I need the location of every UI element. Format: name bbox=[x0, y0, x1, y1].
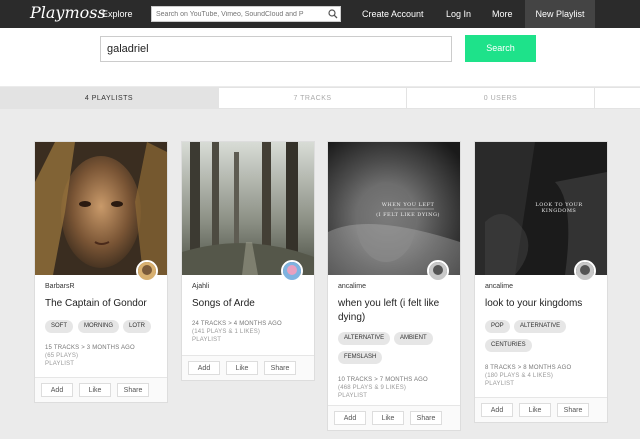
top-search-input[interactable] bbox=[152, 7, 324, 21]
add-button[interactable]: Add bbox=[41, 383, 73, 397]
like-button[interactable]: Like bbox=[372, 411, 404, 425]
tag-chip[interactable]: ALTERNATIVE bbox=[338, 332, 391, 345]
card-actions: Add Like Share bbox=[35, 377, 167, 402]
like-button[interactable]: Like bbox=[519, 403, 551, 417]
tag-chip[interactable]: ALTERNATIVE bbox=[514, 320, 567, 333]
create-account-link[interactable]: Create Account bbox=[362, 0, 424, 28]
login-link[interactable]: Log In bbox=[446, 0, 471, 28]
card-actions: Add Like Share bbox=[182, 355, 314, 380]
tag-chip[interactable]: AMBIENT bbox=[394, 332, 433, 345]
playlist-type: PLAYLIST bbox=[338, 393, 368, 399]
search-icon[interactable] bbox=[327, 8, 339, 20]
cover-caption-line: LOOK TO YOUR KINGDOMS bbox=[535, 202, 583, 214]
author-avatar[interactable] bbox=[136, 260, 158, 282]
playlist-track-count: 8 TRACKS > 8 MONTHS AGO bbox=[485, 365, 572, 371]
add-button[interactable]: Add bbox=[481, 403, 513, 417]
top-nav: Playmoss Explore Create Account Log In M… bbox=[0, 0, 640, 28]
tag-chip[interactable]: FEMSLASH bbox=[338, 351, 383, 364]
search-button[interactable]: Search bbox=[465, 35, 536, 62]
playmoss-logo[interactable]: Playmoss bbox=[30, 3, 106, 22]
results-tabs: 4 PLAYLISTS 7 TRACKS 0 USERS bbox=[0, 87, 640, 109]
card-actions: Add Like Share bbox=[475, 397, 607, 422]
playlist-title[interactable]: Songs of Arde bbox=[192, 297, 310, 311]
tab-users[interactable]: 0 USERS bbox=[407, 88, 594, 109]
playlist-card[interactable]: WHEN YOU LEFT (I FELT LIKE DYING) ancali… bbox=[327, 141, 461, 431]
tab-playlists[interactable]: 4 PLAYLISTS bbox=[0, 88, 218, 109]
tag-chip[interactable]: MORNING bbox=[78, 320, 119, 333]
playlist-meta: 24 TRACKS > 4 MONTHS AGO (141 PLAYS & 1 … bbox=[192, 320, 282, 344]
share-button[interactable]: Share bbox=[117, 383, 149, 397]
add-button[interactable]: Add bbox=[188, 361, 220, 375]
tag-chip[interactable]: LOTR bbox=[123, 320, 152, 333]
cover-caption: LOOK TO YOUR KINGDOMS bbox=[519, 202, 599, 214]
playlist-meta: 10 TRACKS > 7 MONTHS AGO (468 PLAYS & 9 … bbox=[338, 376, 428, 400]
playlist-title[interactable]: look to your kingdoms bbox=[485, 297, 603, 311]
share-button[interactable]: Share bbox=[264, 361, 296, 375]
playlist-cover-image[interactable] bbox=[35, 142, 167, 275]
playlist-track-count: 24 TRACKS > 4 MONTHS AGO bbox=[192, 321, 282, 327]
playlist-meta: 8 TRACKS > 8 MONTHS AGO (180 PLAYS & 4 L… bbox=[485, 364, 571, 388]
cover-caption-line: WHEN YOU LEFT bbox=[381, 202, 435, 208]
author-avatar[interactable] bbox=[281, 260, 303, 282]
cover-caption-line: (I FELT LIKE DYING) bbox=[376, 212, 440, 218]
author-avatar[interactable] bbox=[427, 260, 449, 282]
playlist-author[interactable]: ancalime bbox=[485, 283, 513, 290]
playlist-author[interactable]: ancalime bbox=[338, 283, 366, 290]
playlist-card[interactable]: Ajahli Songs of Arde 24 TRACKS > 4 MONTH… bbox=[181, 141, 315, 381]
playlist-type: PLAYLIST bbox=[45, 361, 75, 367]
playlist-meta: 15 TRACKS > 3 MONTHS AGO (65 PLAYS) PLAY… bbox=[45, 344, 135, 368]
tag-chip[interactable]: POP bbox=[485, 320, 510, 333]
author-avatar[interactable] bbox=[574, 260, 596, 282]
top-search-box bbox=[151, 6, 341, 22]
playlist-plays: (65 PLAYS) bbox=[45, 353, 79, 359]
playlist-type: PLAYLIST bbox=[192, 337, 222, 343]
cover-caption: WHEN YOU LEFT (I FELT LIKE DYING) bbox=[368, 200, 448, 220]
tag-chip[interactable]: SOFT bbox=[45, 320, 73, 333]
tag-chip[interactable]: CENTURIES bbox=[485, 339, 532, 352]
playlist-title[interactable]: when you left (i felt like dying) bbox=[338, 297, 456, 325]
card-actions: Add Like Share bbox=[328, 405, 460, 430]
new-playlist-button[interactable]: New Playlist bbox=[525, 0, 595, 28]
playlist-track-count: 15 TRACKS > 3 MONTHS AGO bbox=[45, 345, 135, 351]
playlist-plays: (468 PLAYS & 9 LIKES) bbox=[338, 385, 407, 391]
playlist-card[interactable]: BarbarsR The Captain of Gondor SOFT MORN… bbox=[34, 141, 168, 403]
playlist-author[interactable]: BarbarsR bbox=[45, 283, 75, 290]
playlist-type: PLAYLIST bbox=[485, 381, 515, 387]
nav-explore-link[interactable]: Explore bbox=[102, 0, 133, 28]
playlist-plays: (141 PLAYS & 1 LIKES) bbox=[192, 329, 261, 335]
main-search-input[interactable] bbox=[100, 36, 452, 62]
share-button[interactable]: Share bbox=[557, 403, 589, 417]
playlist-title[interactable]: The Captain of Gondor bbox=[45, 297, 163, 311]
playlist-cover-image[interactable] bbox=[182, 142, 314, 275]
share-button[interactable]: Share bbox=[410, 411, 442, 425]
like-button[interactable]: Like bbox=[226, 361, 258, 375]
add-button[interactable]: Add bbox=[334, 411, 366, 425]
playlist-card[interactable]: LOOK TO YOUR KINGDOMS ancalime look to y… bbox=[474, 141, 608, 423]
tab-tracks[interactable]: 7 TRACKS bbox=[219, 88, 406, 109]
like-button[interactable]: Like bbox=[79, 383, 111, 397]
playlist-plays: (180 PLAYS & 4 LIKES) bbox=[485, 373, 554, 379]
playlist-track-count: 10 TRACKS > 7 MONTHS AGO bbox=[338, 377, 428, 383]
more-menu[interactable]: More bbox=[492, 0, 513, 28]
playlist-author[interactable]: Ajahli bbox=[192, 283, 209, 290]
tab-divider bbox=[594, 88, 595, 109]
